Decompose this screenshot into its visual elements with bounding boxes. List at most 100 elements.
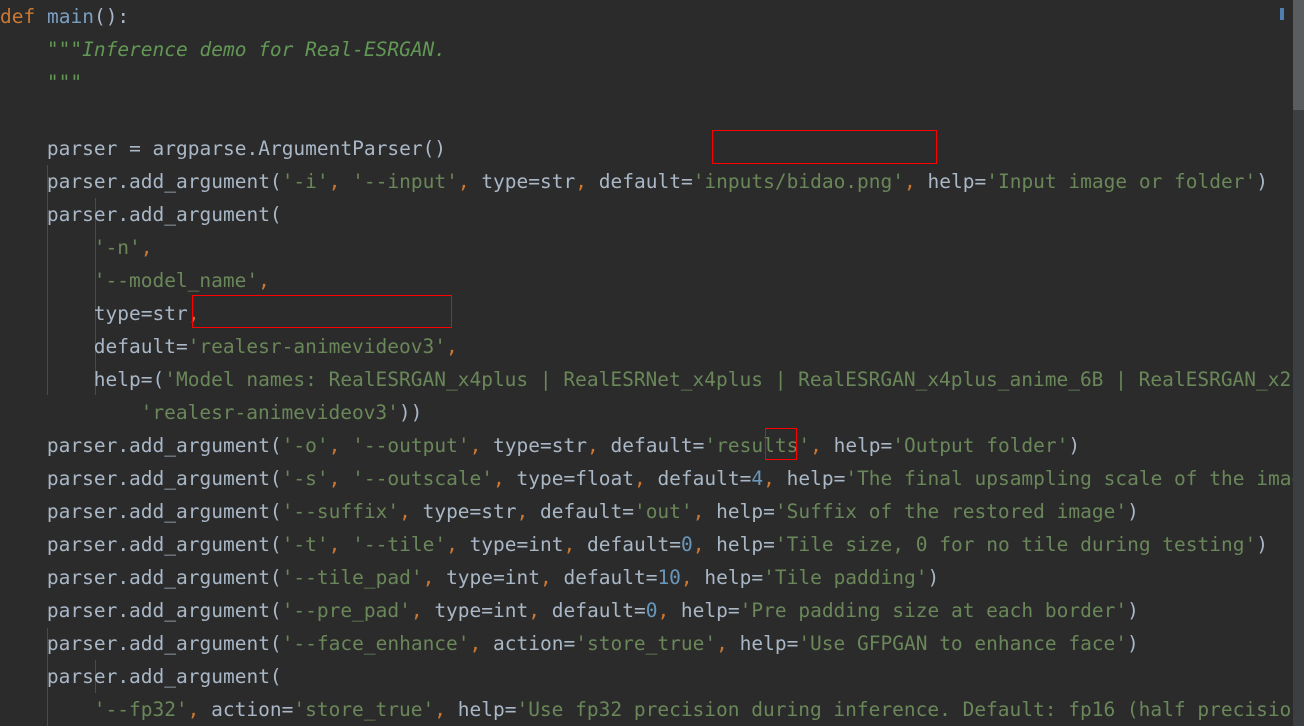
code-token: type xyxy=(469,170,529,193)
code-token: def xyxy=(0,5,36,28)
code-token: '--face_enhance' xyxy=(281,632,470,655)
code-token: ) xyxy=(1127,599,1139,622)
code-token: = xyxy=(528,170,541,193)
code-token: 'Pre padding size at each border' xyxy=(739,599,1128,622)
code-token: action xyxy=(199,698,282,721)
code-token: = xyxy=(786,632,799,655)
code-token: parser.add_argument( xyxy=(46,599,282,622)
code-token: = xyxy=(129,137,141,160)
code-line[interactable]: parser.add_argument('--suffix', type=str… xyxy=(0,495,1304,528)
code-token: = xyxy=(175,335,188,358)
code-token: 'realesr-animevideov3' xyxy=(187,335,446,358)
code-token: 'Input image or folder' xyxy=(986,170,1257,193)
vertical-scrollbar-thumb[interactable] xyxy=(1293,0,1304,110)
code-token: """ xyxy=(46,71,83,94)
code-token: , xyxy=(410,599,423,622)
code-token: type xyxy=(481,434,541,457)
code-editor[interactable]: def main(): """Inference demo for Real-ES… xyxy=(0,0,1304,726)
code-token: , xyxy=(469,632,482,655)
code-line[interactable]: '--fp32', action='store_true', help='Use… xyxy=(0,693,1304,726)
code-line[interactable]: 'realesr-animevideov3')) xyxy=(0,396,1304,429)
code-token: , xyxy=(445,335,458,358)
code-token: default xyxy=(587,170,681,193)
code-token: = xyxy=(669,533,681,556)
code-line[interactable]: parser.add_argument( xyxy=(0,660,1304,693)
code-token: 10 xyxy=(657,566,681,589)
vertical-scrollbar-track[interactable] xyxy=(1293,0,1304,726)
code-line[interactable]: '--model_name', xyxy=(0,264,1304,297)
code-line[interactable]: parser = argparse.ArgumentParser() xyxy=(0,132,1304,165)
code-token: , xyxy=(457,170,470,193)
code-line[interactable]: parser.add_argument('-o', '--output', ty… xyxy=(0,429,1304,462)
code-line[interactable] xyxy=(0,99,1304,132)
code-token: str xyxy=(481,500,517,523)
code-token: , xyxy=(328,533,341,556)
code-token: '--model_name' xyxy=(93,269,259,292)
code-token: 'The final upsampling scale of the image… xyxy=(845,467,1304,490)
code-line[interactable]: default='realesr-animevideov3', xyxy=(0,330,1304,363)
code-line[interactable]: """Inference demo for Real-ESRGAN. xyxy=(0,33,1304,66)
code-line[interactable]: parser.add_argument('--tile_pad', type=i… xyxy=(0,561,1304,594)
code-line[interactable]: help=('Model names: RealESRGAN_x4plus | … xyxy=(0,363,1304,396)
code-token: '-n' xyxy=(93,236,141,259)
code-token: parser.add_argument( xyxy=(46,170,282,193)
code-token: , xyxy=(434,698,446,721)
code-token: 'Model names: RealESRGAN_x4plus | RealES… xyxy=(164,368,1304,391)
code-content[interactable]: def main(): """Inference demo for Real-ES… xyxy=(0,0,1304,726)
code-token: = xyxy=(974,170,987,193)
code-token: int xyxy=(493,599,529,622)
code-token: ) xyxy=(927,566,940,589)
code-token: help xyxy=(774,467,834,490)
code-token: int xyxy=(528,533,564,556)
code-token: default xyxy=(551,566,646,589)
code-token: '--fp32' xyxy=(93,698,188,721)
code-line[interactable]: parser.add_argument('--face_enhance', ac… xyxy=(0,627,1304,660)
code-line[interactable]: '-n', xyxy=(0,231,1304,264)
code-token: , xyxy=(563,533,576,556)
code-line[interactable]: parser.add_argument('--pre_pad', type=in… xyxy=(0,594,1304,627)
code-token: 'Output folder' xyxy=(892,434,1069,457)
code-token: 'Use fp32 precision during inference. De… xyxy=(516,698,1304,721)
code-token: float xyxy=(575,467,634,490)
code-line[interactable]: def main(): xyxy=(0,0,1304,33)
code-token: = xyxy=(763,500,775,523)
code-token: help xyxy=(692,566,752,589)
code-token: action xyxy=(481,632,564,655)
code-token: help xyxy=(727,632,787,655)
code-token: , xyxy=(493,467,505,490)
code-line[interactable]: """ xyxy=(0,66,1304,99)
code-line[interactable]: parser.add_argument('-s', '--outscale', … xyxy=(0,462,1304,495)
code-token: default xyxy=(528,500,623,523)
code-token: = xyxy=(504,698,517,721)
code-line[interactable]: type=str, xyxy=(0,297,1304,330)
code-token: = xyxy=(140,302,153,325)
code-token: type xyxy=(410,500,470,523)
code-token: ) xyxy=(1256,533,1268,556)
code-token: , xyxy=(187,302,200,325)
code-token: , xyxy=(763,467,775,490)
code-line[interactable]: parser.add_argument( xyxy=(0,198,1304,231)
code-token: , xyxy=(469,434,482,457)
code-token: '--input' xyxy=(352,170,458,193)
code-token: help xyxy=(704,500,764,523)
code-token: '-i' xyxy=(281,170,329,193)
code-token: '--outscale' xyxy=(352,467,494,490)
code-token: '-t' xyxy=(281,533,329,556)
code-token: parser.add_argument( xyxy=(46,434,282,457)
code-token: = xyxy=(727,599,740,622)
code-token: , xyxy=(399,500,411,523)
code-token: = xyxy=(751,566,764,589)
code-line[interactable]: parser.add_argument('-i', '--input', typ… xyxy=(0,165,1304,198)
code-token: '--output' xyxy=(352,434,470,457)
code-token: default xyxy=(575,533,670,556)
code-token: = xyxy=(281,698,294,721)
code-line[interactable]: parser.add_argument('-t', '--tile', type… xyxy=(0,528,1304,561)
code-token: , xyxy=(140,236,153,259)
code-token: parser.add_argument( xyxy=(46,203,282,226)
code-token: parser.add_argument( xyxy=(46,632,282,655)
code-token: type xyxy=(457,533,517,556)
code-token: help xyxy=(821,434,881,457)
